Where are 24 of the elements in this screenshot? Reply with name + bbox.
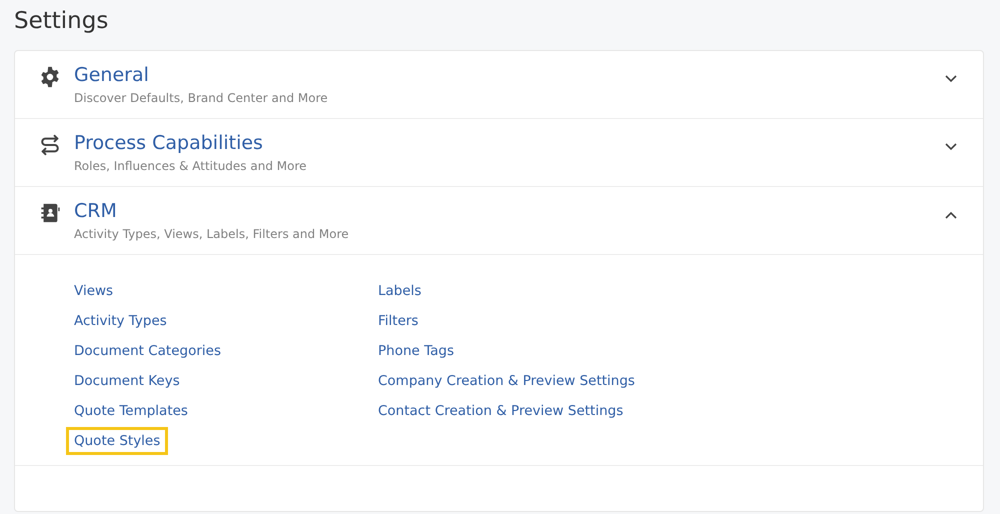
chevron-down-icon[interactable] [945,143,957,151]
section-title[interactable]: CRM [74,199,932,223]
settings-link[interactable]: Activity Types [66,307,175,335]
settings-link[interactable]: Views [66,277,122,305]
address-book-icon [39,202,61,224]
highlighted-settings-link[interactable]: Quote Styles [66,427,168,455]
settings-link[interactable]: Company Creation & Preview Settings [370,367,643,395]
swap-arrows-icon [39,134,61,156]
section-subtitle: Discover Defaults, Brand Center and More [74,90,329,106]
settings-link[interactable]: Contact Creation & Preview Settings [370,397,632,425]
settings-link[interactable]: Phone Tags [370,337,462,365]
settings-link[interactable]: Filters [370,307,426,335]
section-title[interactable]: General [74,63,932,87]
section-subtitle: Activity Types, Views, Labels, Filters and More [74,226,350,242]
gear-icon [39,66,61,88]
settings-link[interactable]: Quote Templates [66,397,196,425]
section-title[interactable]: Process Capabilities [74,131,932,155]
settings-link[interactable]: Document Categories [66,337,229,365]
chevron-up-icon[interactable] [945,211,957,219]
page-title: Settings [14,7,110,36]
section-subtitle: Roles, Influences & Attitudes and More [74,158,308,174]
settings-link[interactable]: Document Keys [66,367,188,395]
settings-link[interactable]: Labels [370,277,430,305]
chevron-down-icon[interactable] [945,75,957,83]
